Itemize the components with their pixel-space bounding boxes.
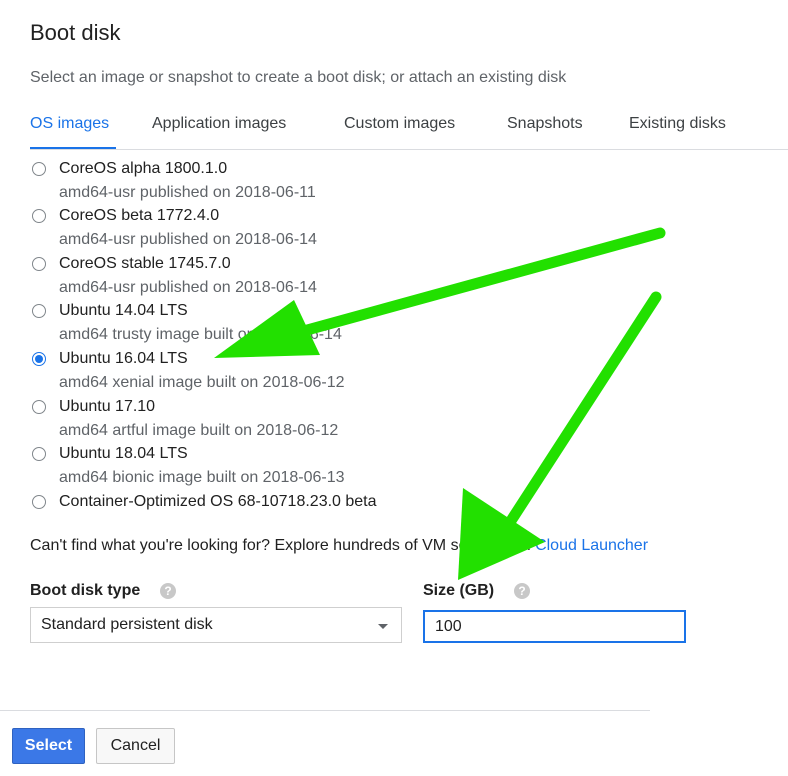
radio-coreos-beta[interactable] <box>32 209 46 223</box>
footer-divider <box>0 710 650 711</box>
os-image-list[interactable]: CoreOS alpha 1800.1.0 amd64-usr publishe… <box>0 150 788 520</box>
boot-disk-type-value: Standard persistent disk <box>41 616 213 633</box>
tab-custom-images[interactable]: Custom images <box>344 115 455 133</box>
radio-container-optimized-os[interactable] <box>32 495 46 509</box>
image-description: amd64-usr published on 2018-06-14 <box>59 231 317 248</box>
image-description: amd64 trusty image built on 2018-06-14 <box>59 326 342 343</box>
cancel-button[interactable]: Cancel <box>96 728 175 764</box>
image-description: amd64-usr published on 2018-06-14 <box>59 279 317 296</box>
tab-existing-disks[interactable]: Existing disks <box>629 115 726 133</box>
image-name: CoreOS beta 1772.4.0 <box>59 207 220 224</box>
radio-ubuntu-1804[interactable] <box>32 447 46 461</box>
cloud-launcher-link[interactable]: Cloud Launcher <box>535 537 648 554</box>
image-description: amd64 bionic image built on 2018-06-13 <box>59 469 345 486</box>
image-name: Ubuntu 17.10 <box>59 398 156 415</box>
boot-disk-type-label: Boot disk type <box>30 582 141 599</box>
radio-ubuntu-1404[interactable] <box>32 304 46 318</box>
tab-snapshots[interactable]: Snapshots <box>507 115 583 133</box>
image-description: amd64 xenial image built on 2018-06-12 <box>59 374 345 391</box>
caret-down-icon <box>378 624 388 629</box>
size-label: Size (GB) <box>423 582 495 599</box>
image-name: Ubuntu 14.04 LTS <box>59 302 188 319</box>
radio-ubuntu-1710[interactable] <box>32 400 46 414</box>
image-name: CoreOS alpha 1800.1.0 <box>59 160 228 177</box>
radio-coreos-stable[interactable] <box>32 257 46 271</box>
help-icon[interactable]: ? <box>160 583 176 599</box>
hint-text: Can't find what you're looking for? Expl… <box>30 537 536 554</box>
image-name: Container-Optimized OS 68-10718.23.0 bet… <box>59 493 377 510</box>
image-name: Ubuntu 16.04 LTS <box>59 350 188 367</box>
dialog-subtitle: Select an image or snapshot to create a … <box>30 69 567 86</box>
image-name: Ubuntu 18.04 LTS <box>59 445 188 462</box>
size-input[interactable] <box>423 610 686 643</box>
tab-os-images[interactable]: OS images <box>30 115 109 133</box>
marketplace-hint: Can't find what you're looking for? Expl… <box>30 537 648 555</box>
radio-coreos-alpha[interactable] <box>32 162 46 176</box>
dialog-title: Boot disk <box>30 20 121 45</box>
help-icon[interactable]: ? <box>514 583 530 599</box>
image-description: amd64 artful image built on 2018-06-12 <box>59 422 339 439</box>
tab-application-images[interactable]: Application images <box>152 115 286 133</box>
image-description: amd64-usr published on 2018-06-11 <box>59 184 316 201</box>
radio-ubuntu-1604[interactable] <box>32 352 46 366</box>
boot-disk-type-select[interactable]: Standard persistent disk <box>30 607 402 643</box>
tab-bar: OS images Application images Custom imag… <box>30 110 788 150</box>
image-name: CoreOS stable 1745.7.0 <box>59 255 231 272</box>
select-button[interactable]: Select <box>12 728 85 764</box>
